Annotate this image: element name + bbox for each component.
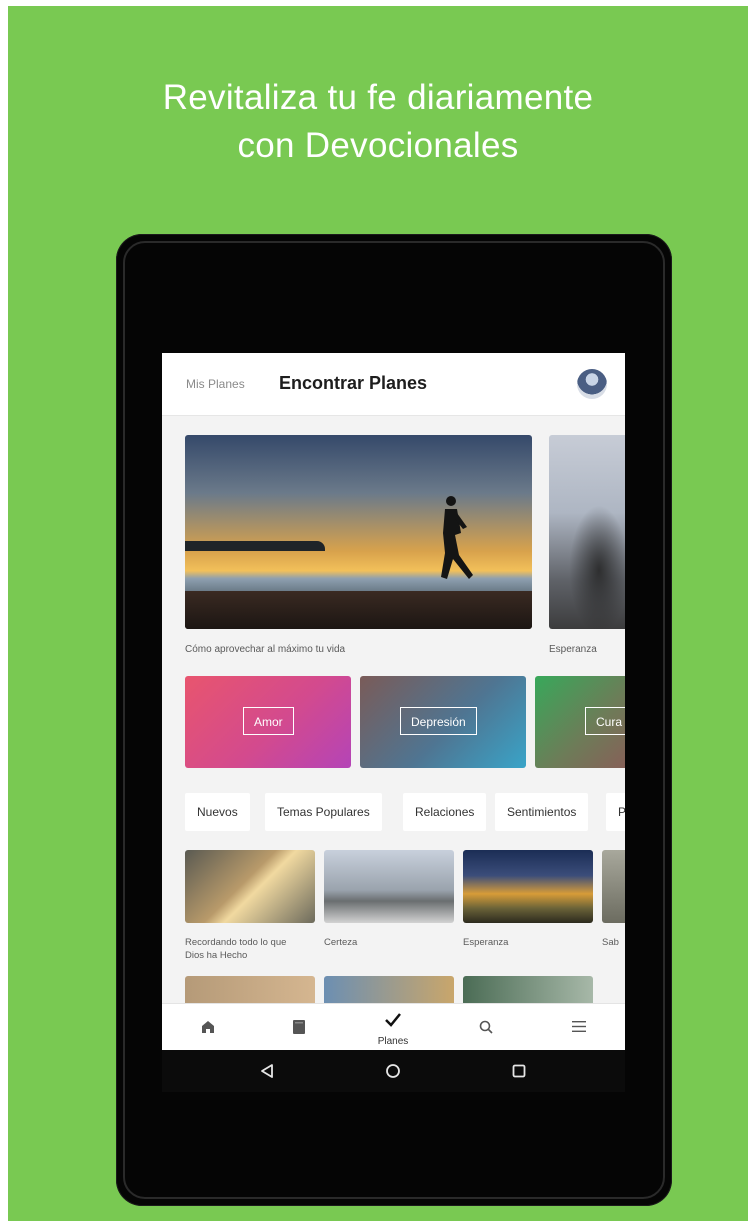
chip-nuevos[interactable]: Nuevos: [185, 793, 250, 831]
plan-thumb-1[interactable]: [185, 850, 315, 923]
plan-thumb-5[interactable]: [185, 976, 315, 1006]
book-icon: [293, 1020, 305, 1034]
featured-card-1[interactable]: [185, 435, 532, 629]
featured-card-2[interactable]: [549, 435, 625, 629]
chip-more[interactable]: P: [606, 793, 625, 831]
plan-caption-3: Esperanza: [463, 937, 509, 948]
plan-caption-4: Sab: [602, 937, 619, 948]
app-screen: Mis Planes Encontrar Planes Cómo aprovec…: [162, 353, 625, 1050]
system-nav-bar: [162, 1050, 625, 1092]
tab-find-plans[interactable]: Encontrar Planes: [279, 373, 427, 394]
chip-temas-populares[interactable]: Temas Populares: [265, 793, 382, 831]
plan-thumb-6[interactable]: [324, 976, 454, 1006]
home-icon: [202, 1021, 214, 1033]
nav-plans-label: Planes: [377, 1036, 409, 1047]
avatar[interactable]: [577, 369, 607, 399]
nav-bible[interactable]: [269, 1004, 329, 1050]
check-icon: [385, 1013, 401, 1027]
plan-thumb-3[interactable]: [463, 850, 593, 923]
topic-card-cura[interactable]: Cura: [535, 676, 625, 768]
plan-caption-1: Recordando todo lo que Dios ha Hecho: [185, 937, 287, 961]
nav-menu[interactable]: [549, 1004, 609, 1050]
nav-search[interactable]: [456, 1004, 516, 1050]
topic-card-depresion[interactable]: Depresión: [360, 676, 526, 768]
plan-thumb-7[interactable]: [463, 976, 593, 1006]
shoreline: [185, 541, 325, 551]
menu-icon: [572, 1021, 586, 1032]
back-icon[interactable]: [256, 1060, 278, 1082]
top-bar: Mis Planes Encontrar Planes: [162, 353, 625, 416]
featured-caption-2: Esperanza: [549, 644, 597, 655]
promo-headline: Revitaliza tu fe diariamente con Devocio…: [8, 74, 748, 170]
plan-caption-2: Certeza: [324, 937, 358, 948]
tablet-device: Mis Planes Encontrar Planes Cómo aprovec…: [116, 234, 672, 1206]
featured-caption-1: Cómo aprovechar al máximo tu vida: [185, 644, 346, 655]
chip-relaciones[interactable]: Relaciones: [403, 793, 487, 831]
search-icon: [479, 1020, 493, 1034]
tab-my-plans[interactable]: Mis Planes: [186, 377, 245, 391]
chip-sentimientos[interactable]: Sentimientos: [495, 793, 589, 831]
topic-label-depresion: Depresión: [400, 707, 477, 735]
promo-canvas: Revitaliza tu fe diariamente con Devocio…: [8, 6, 748, 1221]
topic-label-cura: Cura: [585, 707, 625, 735]
plan-thumb-4[interactable]: [602, 850, 625, 923]
home-circle-icon[interactable]: [382, 1060, 404, 1082]
bottom-nav: Planes: [162, 1003, 625, 1050]
grass-foreground: [185, 591, 532, 629]
nav-home[interactable]: [178, 1004, 238, 1050]
topic-card-amor[interactable]: Amor: [185, 676, 351, 768]
headline-line-1: Revitaliza tu fe diariamente: [162, 78, 594, 117]
nav-plans[interactable]: Planes: [363, 1004, 423, 1050]
headline-line-2: con Devocionales: [237, 126, 519, 165]
plan-thumb-2[interactable]: [324, 850, 454, 923]
topic-label-amor: Amor: [243, 707, 294, 735]
runner-silhouette: [441, 496, 473, 579]
recents-icon[interactable]: [508, 1060, 530, 1082]
